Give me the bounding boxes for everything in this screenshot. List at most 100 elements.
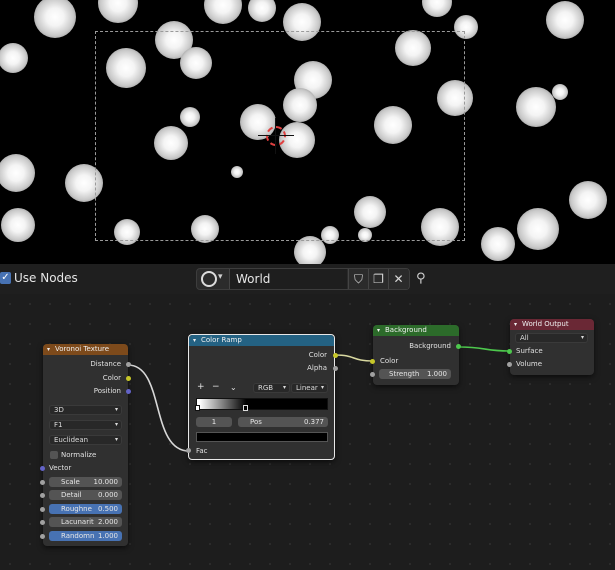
- dropdown-value: Linear: [296, 384, 318, 392]
- chevron-down-icon: ▾: [114, 406, 118, 413]
- render-sphere: [546, 1, 584, 39]
- chevron-down-icon[interactable]: ▾: [47, 344, 50, 355]
- color-mode-dropdown[interactable]: RGB ▾: [253, 383, 290, 393]
- unlink-close-icon[interactable]: ✕: [388, 269, 408, 289]
- render-sphere: [98, 0, 138, 23]
- render-sphere: [516, 87, 556, 127]
- chevron-down-icon[interactable]: ▾: [218, 272, 223, 282]
- 3d-cursor-crosshair-h: [258, 135, 294, 136]
- input-fac-label: Fac: [196, 447, 208, 455]
- socket-randomness[interactable]: [40, 534, 45, 539]
- dropdown-value: Euclidean: [54, 436, 89, 444]
- interpolation-dropdown[interactable]: Linear ▾: [291, 383, 328, 393]
- socket-color-out[interactable]: [333, 353, 338, 358]
- socket-position[interactable]: [126, 389, 131, 394]
- socket-vector[interactable]: [40, 466, 45, 471]
- chevron-down-icon[interactable]: ▾: [514, 319, 517, 330]
- field-label: Detail: [61, 491, 82, 499]
- socket-surface-in[interactable]: [507, 349, 512, 354]
- 3d-cursor-icon: [266, 126, 286, 146]
- chevron-down-icon[interactable]: ▾: [193, 335, 196, 346]
- socket-roughness[interactable]: [40, 507, 45, 512]
- input-surface-label: Surface: [516, 347, 543, 355]
- socket-lacunarity[interactable]: [40, 520, 45, 525]
- node-title: Voronoi Texture: [55, 345, 110, 353]
- scale-field[interactable]: Scale 10.000: [49, 477, 122, 487]
- socket-volume-in[interactable]: [507, 362, 512, 367]
- socket-strength-in[interactable]: [370, 372, 375, 377]
- render-sphere: [34, 0, 76, 38]
- stop-index-field[interactable]: 1: [196, 417, 232, 427]
- use-nodes-label: Use Nodes: [14, 271, 78, 285]
- feature-dropdown[interactable]: F1 ▾: [49, 420, 122, 430]
- node-header[interactable]: ▾ Color Ramp: [189, 335, 334, 346]
- dropdown-value: All: [520, 334, 529, 342]
- field-label: Strength: [389, 370, 420, 378]
- render-sphere: [248, 0, 276, 22]
- world-name-field[interactable]: World: [229, 269, 347, 289]
- node-title: Background: [385, 326, 427, 334]
- render-sphere: [0, 154, 35, 192]
- output-alpha-label: Alpha: [307, 364, 327, 372]
- render-sphere: [517, 208, 559, 250]
- output-background-label: Background: [409, 342, 451, 350]
- chevron-down-icon: ▾: [114, 421, 118, 428]
- node-header[interactable]: ▾ Background: [373, 325, 459, 336]
- duplicate-copy-icon[interactable]: ❐: [368, 269, 388, 289]
- color-ramp-gradient[interactable]: [196, 398, 328, 410]
- chevron-down-icon[interactable]: ▾: [377, 325, 380, 336]
- socket-color-in[interactable]: [370, 359, 375, 364]
- node-title: World Output: [522, 320, 569, 328]
- node-title: Color Ramp: [201, 336, 242, 344]
- render-sphere: [552, 84, 568, 100]
- socket-distance[interactable]: [126, 362, 131, 367]
- field-value: 1: [211, 418, 217, 426]
- socket-fac-in[interactable]: [186, 448, 191, 453]
- output-color-label: Color: [102, 374, 121, 382]
- normalize-checkbox[interactable]: [50, 451, 58, 459]
- field-value: 0.000: [97, 491, 118, 499]
- target-dropdown[interactable]: All ▾: [515, 333, 588, 343]
- node-header[interactable]: ▾ Voronoi Texture: [43, 344, 128, 355]
- render-sphere: [569, 181, 607, 219]
- socket-background-out[interactable]: [456, 344, 461, 349]
- strength-field[interactable]: Strength 1.000: [379, 369, 451, 379]
- world-globe-icon[interactable]: [201, 271, 217, 287]
- distance-metric-dropdown[interactable]: Euclidean ▾: [49, 435, 122, 445]
- field-value: 1.000: [97, 532, 118, 540]
- output-distance-label: Distance: [90, 360, 121, 368]
- lacunarity-field[interactable]: Lacunarit 2.000: [49, 517, 122, 527]
- ramp-menu-chevron-icon[interactable]: ⌄: [230, 383, 237, 392]
- fake-user-shield-icon[interactable]: ⛉: [348, 269, 368, 289]
- position-field[interactable]: Pos 0.377: [238, 417, 328, 427]
- field-label: Scale: [61, 478, 80, 486]
- roughness-field[interactable]: Roughne 0.500: [49, 504, 122, 514]
- ramp-stop-marker-1[interactable]: [243, 405, 248, 411]
- stop-color-swatch[interactable]: [196, 432, 328, 442]
- field-label: Roughne: [61, 505, 92, 513]
- socket-scale[interactable]: [40, 480, 45, 485]
- add-stop-button[interactable]: +: [197, 383, 205, 392]
- viewport-render[interactable]: [0, 0, 615, 264]
- render-sphere: [1, 208, 35, 242]
- output-color-label: Color: [308, 351, 327, 359]
- render-sphere: [422, 0, 452, 17]
- randomness-field[interactable]: Randomn 1.000: [49, 531, 122, 541]
- socket-detail[interactable]: [40, 493, 45, 498]
- socket-alpha-out[interactable]: [333, 366, 338, 371]
- detail-field[interactable]: Detail 0.000: [49, 490, 122, 500]
- vector-label: Vector: [49, 464, 72, 472]
- use-nodes-checkbox[interactable]: ✓: [0, 272, 11, 284]
- chevron-down-icon: ▾: [580, 334, 584, 341]
- socket-color[interactable]: [126, 376, 131, 381]
- pin-icon[interactable]: ⚲: [416, 271, 432, 287]
- node-header[interactable]: ▾ World Output: [510, 319, 594, 330]
- field-value: 2.000: [97, 518, 118, 526]
- render-sphere: [204, 0, 242, 24]
- 3d-cursor-crosshair-v: [275, 118, 276, 154]
- ramp-stop-marker-0[interactable]: [195, 405, 200, 411]
- dimensions-dropdown[interactable]: 3D ▾: [49, 405, 122, 415]
- remove-stop-button[interactable]: −: [212, 383, 220, 392]
- input-volume-label: Volume: [516, 360, 543, 368]
- field-value: 0.377: [303, 418, 324, 426]
